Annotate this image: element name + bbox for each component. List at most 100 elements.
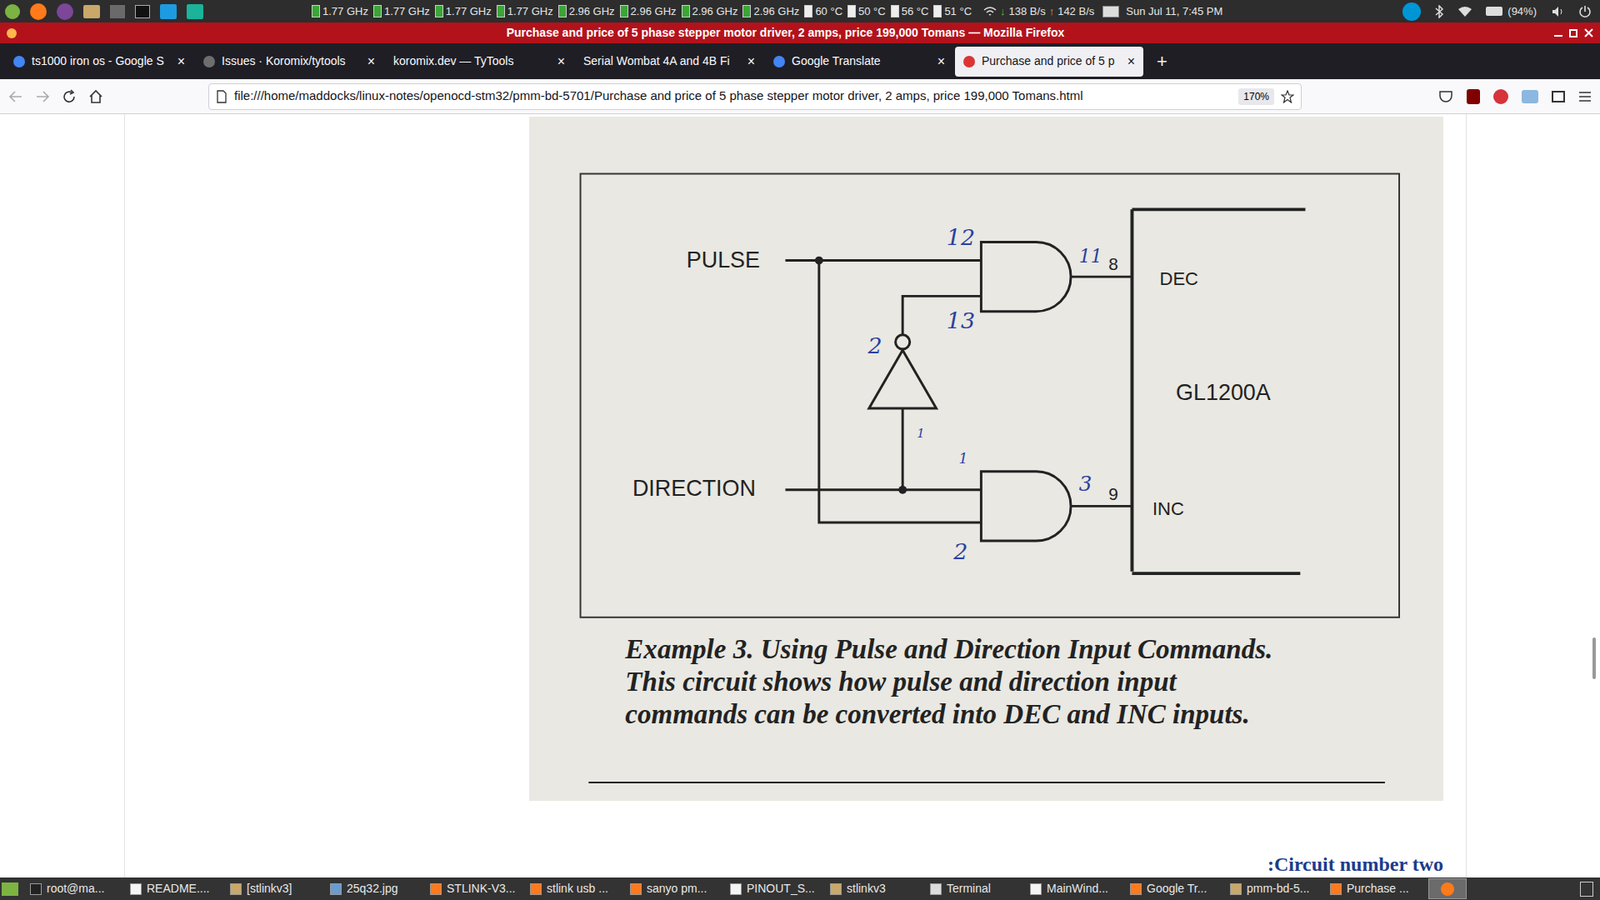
taskbar-item-label[interactable]: PINOUT_S... xyxy=(746,880,815,898)
firefox-icon xyxy=(6,28,17,39)
tab-close-button[interactable]: × xyxy=(1127,55,1135,69)
url-text[interactable]: file:///home/maddocks/linux-notes/openoc… xyxy=(234,86,1232,106)
taskbar-item[interactable]: root@ma... xyxy=(26,878,125,900)
monitor-icon[interactable] xyxy=(110,5,125,19)
taskbar-item[interactable]: 25q32.jpg xyxy=(326,878,425,900)
volume-icon[interactable] xyxy=(1551,5,1565,18)
files-icon[interactable] xyxy=(83,5,100,19)
trash-icon[interactable] xyxy=(1580,881,1594,897)
tab[interactable]: ts1000 iron os - Google S × xyxy=(5,46,194,77)
taskbar-item[interactable]: MainWind... xyxy=(1026,878,1125,900)
taskbar-item-label[interactable]: [stlinkv3] xyxy=(246,880,292,898)
tab-close-button[interactable]: × xyxy=(747,55,755,69)
taskbar-item-label[interactable]: sanyo pm... xyxy=(646,880,707,898)
taskbar-item-label[interactable]: MainWind... xyxy=(1046,880,1109,898)
battery-icon[interactable] xyxy=(1485,6,1503,16)
close-icon[interactable] xyxy=(1584,28,1594,38)
window-icon xyxy=(330,883,342,895)
bookmark-star-icon[interactable] xyxy=(1280,90,1295,104)
clock[interactable]: Sun Jul 11, 7:45 PM xyxy=(1125,3,1223,20)
active-task-button[interactable] xyxy=(1428,878,1467,900)
tab-label[interactable]: koromix.dev — TyTools xyxy=(393,52,546,70)
pocket-icon[interactable] xyxy=(1438,90,1454,104)
taskbar-item-label[interactable]: stlinkv3 xyxy=(846,880,886,898)
tab-close-button[interactable]: × xyxy=(367,55,375,69)
menu-icon[interactable] xyxy=(1578,90,1592,103)
youtube-downloader-icon[interactable] xyxy=(1521,90,1539,104)
new-tab-button[interactable]: + xyxy=(1145,52,1180,71)
firefox-icon[interactable] xyxy=(30,3,47,20)
taskbar-item-label[interactable]: root@ma... xyxy=(46,880,105,898)
home-icon[interactable] xyxy=(88,89,104,105)
sidebar-icon[interactable] xyxy=(1551,90,1565,103)
address-bar[interactable]: file:///home/maddocks/linux-notes/openoc… xyxy=(208,83,1302,110)
hp-icon[interactable] xyxy=(1402,2,1421,21)
zoom-level[interactable]: 170% xyxy=(1238,88,1275,105)
taskbar-item-label[interactable]: stlink usb ... xyxy=(546,880,609,898)
taskbar-item[interactable]: stlink usb ... xyxy=(526,878,625,900)
cpu-frequency-text: 1.77 GHz xyxy=(322,3,369,20)
taskbar-item[interactable]: [stlinkv3] xyxy=(226,878,325,900)
cast-icon[interactable] xyxy=(160,4,177,20)
tor-icon[interactable] xyxy=(56,3,74,20)
tab-label[interactable]: Serial Wombat 4A and 4B Fi xyxy=(583,52,736,70)
page-content: PULSE DIRECTION 8 DEC 9 INC GL1200A 1211… xyxy=(0,114,1600,878)
window-icon xyxy=(30,883,42,895)
taskbar-item-label[interactable]: Google Tr... xyxy=(1146,880,1207,898)
terminal-icon[interactable] xyxy=(135,5,150,19)
tab-close-button[interactable]: × xyxy=(177,55,185,69)
cpu-frequency: 2.96 GHz xyxy=(620,3,677,20)
wifi-icon[interactable] xyxy=(1457,5,1473,18)
taskbar-item-label[interactable]: 25q32.jpg xyxy=(346,880,399,898)
tab[interactable]: koromix.dev — TyTools × xyxy=(385,46,574,77)
taskbar-item-label[interactable]: STLINK-V3... xyxy=(446,880,515,898)
taskbar-item-label[interactable]: README.... xyxy=(146,880,210,898)
taskbar-item-label[interactable]: Terminal xyxy=(946,880,991,898)
cpu-frequency-text: 2.96 GHz xyxy=(753,3,800,20)
minimize-icon[interactable] xyxy=(1554,35,1563,37)
taskbar-item[interactable]: Purchase ... xyxy=(1326,878,1425,900)
reload-icon[interactable] xyxy=(61,89,77,105)
page-column: PULSE DIRECTION 8 DEC 9 INC GL1200A 1211… xyxy=(124,114,1467,878)
tab[interactable]: Purchase and price of 5 p × xyxy=(955,46,1144,77)
taskbar-item[interactable]: Google Tr... xyxy=(1126,878,1225,900)
tab[interactable]: Google Translate × xyxy=(765,46,954,77)
tab-label[interactable]: ts1000 iron os - Google S xyxy=(31,52,166,70)
power-icon[interactable] xyxy=(1578,5,1592,19)
menu-icon[interactable] xyxy=(5,4,20,20)
bluetooth-icon[interactable] xyxy=(1434,5,1445,19)
taskbar-item[interactable]: Terminal xyxy=(926,878,1025,900)
show-desktop-icon[interactable] xyxy=(1,882,19,896)
ublock-icon[interactable] xyxy=(1466,89,1480,105)
cpu-frequency: 2.96 GHz xyxy=(681,3,739,20)
app-icon[interactable] xyxy=(186,4,204,20)
tab-label[interactable]: Issues · Koromix/tytools xyxy=(221,52,356,70)
scrollbar[interactable] xyxy=(1592,637,1596,680)
back-icon[interactable] xyxy=(8,90,24,104)
temperature: 50 °C xyxy=(847,3,886,20)
forward-icon[interactable] xyxy=(35,90,50,104)
tab-close-button[interactable]: × xyxy=(557,55,565,69)
taskbar-item[interactable]: STLINK-V3... xyxy=(426,878,525,900)
tab-label[interactable]: Purchase and price of 5 p xyxy=(981,52,1116,70)
adblock-icon[interactable] xyxy=(1493,89,1509,105)
navigation-bar: file:///home/maddocks/linux-notes/openoc… xyxy=(0,79,1600,115)
direction-label: DIRECTION xyxy=(632,475,756,501)
taskbar-item[interactable]: stlinkv3 xyxy=(826,878,925,900)
network-monitor: ↓ 138 B/s ↑ 142 B/s xyxy=(983,3,1095,20)
taskbar-item[interactable]: PINOUT_S... xyxy=(726,878,825,900)
inc-label: INC xyxy=(1152,498,1185,520)
tab-label[interactable]: Google Translate xyxy=(791,52,926,70)
taskbar-item[interactable]: README.... xyxy=(126,878,225,900)
tab[interactable]: Issues · Koromix/tytools × xyxy=(195,46,384,77)
tab-close-button[interactable]: × xyxy=(937,55,945,69)
taskbar-item-label[interactable]: Purchase ... xyxy=(1346,880,1410,898)
taskbar-item-label[interactable]: pmm-bd-5... xyxy=(1246,880,1310,898)
handwritten-pin-number: 12 xyxy=(946,224,975,250)
window-icon xyxy=(830,883,842,895)
launcher-icons xyxy=(5,3,204,20)
tab[interactable]: Serial Wombat 4A and 4B Fi × xyxy=(575,46,764,77)
maximize-icon[interactable] xyxy=(1569,29,1578,38)
taskbar-item[interactable]: sanyo pm... xyxy=(626,878,725,900)
taskbar-item[interactable]: pmm-bd-5... xyxy=(1226,878,1325,900)
